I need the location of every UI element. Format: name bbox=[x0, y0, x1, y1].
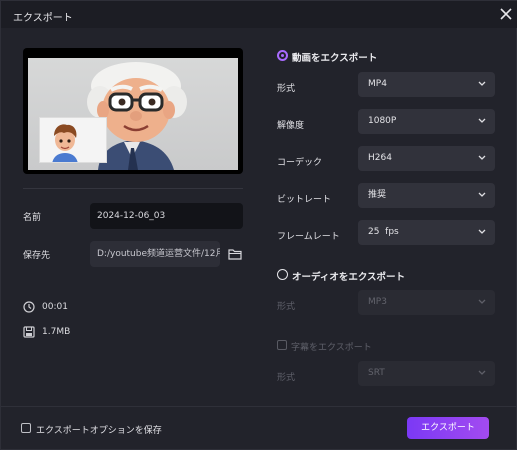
save-icon bbox=[23, 326, 35, 338]
format-label: 形式 bbox=[277, 84, 296, 94]
audio-format-value: MP3 bbox=[368, 297, 387, 307]
picture-in-picture bbox=[39, 117, 107, 163]
chevron-down-icon bbox=[478, 299, 486, 304]
codec-label: コーデック bbox=[277, 158, 323, 168]
footer-divider bbox=[1, 406, 517, 407]
bitrate-value: 推奨 bbox=[368, 190, 387, 200]
clock-icon bbox=[23, 301, 35, 313]
folder-icon[interactable] bbox=[228, 248, 242, 260]
subtitle-export-checkbox[interactable] bbox=[277, 340, 287, 350]
subtitle-format-label: 形式 bbox=[277, 373, 296, 383]
format-select[interactable]: MP4 bbox=[358, 72, 495, 97]
duration-value: 00:01 bbox=[42, 302, 68, 312]
subtitle-format-value: SRT bbox=[368, 368, 385, 378]
chevron-down-icon bbox=[478, 229, 486, 234]
audio-export-label: オーディオをエクスポート bbox=[292, 272, 406, 283]
divider bbox=[23, 188, 243, 189]
pip-boy-image bbox=[40, 118, 106, 162]
subtitle-format-select: SRT bbox=[358, 361, 495, 386]
framerate-value: 25 fps bbox=[368, 227, 399, 237]
name-label: 名前 bbox=[23, 213, 42, 223]
save-options-label: エクスポートオプションを保存 bbox=[36, 426, 162, 436]
name-input[interactable]: 2024-12-06_03 bbox=[90, 203, 243, 229]
framerate-select[interactable]: 25 fps bbox=[358, 220, 495, 245]
audio-export-radio[interactable] bbox=[277, 269, 288, 280]
framerate-label: フレームレート bbox=[277, 232, 340, 242]
close-icon[interactable] bbox=[496, 4, 516, 24]
export-button[interactable]: エクスポート bbox=[407, 417, 489, 439]
resolution-value: 1080P bbox=[368, 116, 397, 126]
format-value: MP4 bbox=[368, 79, 387, 89]
chevron-down-icon bbox=[478, 155, 486, 160]
chevron-down-icon bbox=[478, 81, 486, 86]
chevron-down-icon bbox=[478, 118, 486, 123]
resolution-select[interactable]: 1080P bbox=[358, 109, 495, 134]
video-export-radio[interactable] bbox=[277, 50, 288, 61]
dialog-title: エクスポート bbox=[13, 13, 73, 24]
audio-format-select: MP3 bbox=[358, 290, 495, 315]
subtitle-export-label: 字幕をエクスポート bbox=[291, 343, 372, 353]
video-preview bbox=[23, 48, 243, 174]
save-location-field[interactable]: D:/youtube频道运营文件/12月 bbox=[90, 241, 220, 267]
title-bar: エクスポート bbox=[1, 1, 517, 28]
audio-format-label: 形式 bbox=[277, 302, 296, 312]
filesize-value: 1.7MB bbox=[42, 327, 71, 337]
save-location-label: 保存先 bbox=[23, 251, 51, 261]
chevron-down-icon bbox=[478, 192, 486, 197]
save-options-checkbox[interactable] bbox=[21, 423, 31, 433]
preview-frame bbox=[28, 58, 238, 170]
resolution-label: 解像度 bbox=[277, 121, 305, 131]
bitrate-select[interactable]: 推奨 bbox=[358, 183, 495, 208]
codec-select[interactable]: H264 bbox=[358, 146, 495, 171]
chevron-down-icon bbox=[478, 370, 486, 375]
bitrate-label: ビットレート bbox=[277, 195, 332, 205]
export-dialog: エクスポート 名前 2024-12-06_03 保存先 D:/youtube频道… bbox=[0, 0, 517, 450]
codec-value: H264 bbox=[368, 153, 392, 163]
video-export-label: 動画をエクスポート bbox=[292, 53, 378, 64]
